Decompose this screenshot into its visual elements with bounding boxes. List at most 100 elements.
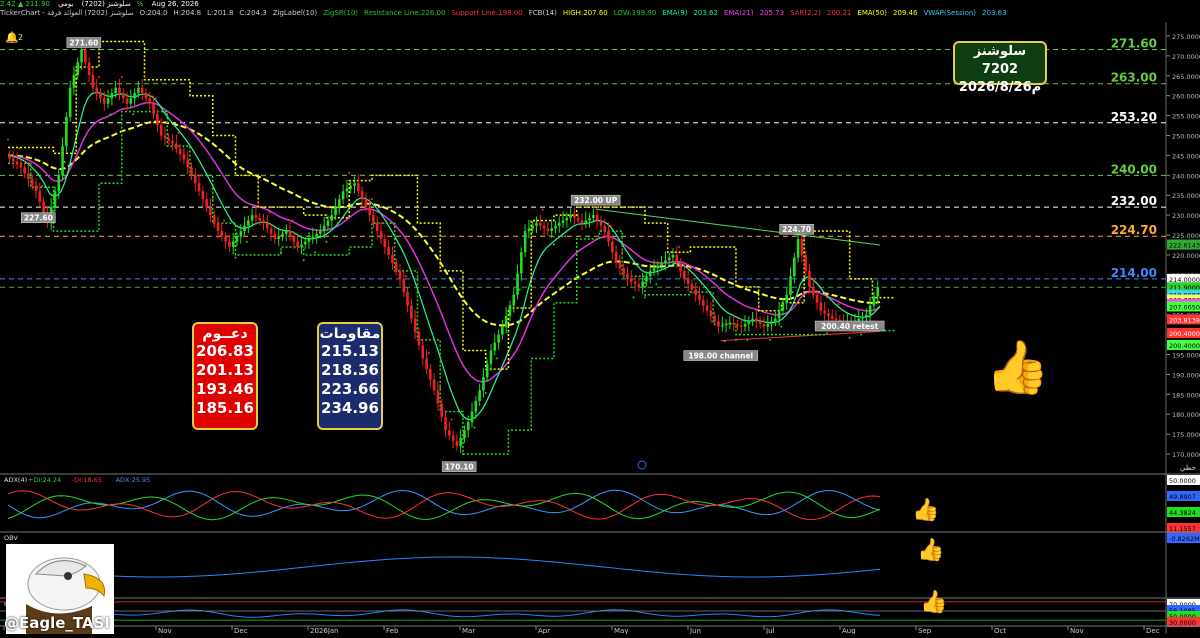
candle-body <box>273 233 277 240</box>
sar-dot <box>257 200 260 203</box>
candle-body <box>834 318 838 320</box>
channel-low-line <box>8 110 896 455</box>
candle-body <box>84 49 87 63</box>
support-value: 206.83 <box>196 342 254 360</box>
zigzag-label: 200.40 retest <box>821 322 878 331</box>
support-trendline <box>720 330 881 342</box>
sar-dot <box>302 259 305 262</box>
candle-body <box>774 318 777 322</box>
candle-body <box>133 93 136 99</box>
sar-dot <box>166 121 169 124</box>
candle-body <box>156 114 159 125</box>
zigzag-label: 271.60 <box>69 39 98 48</box>
sar-dot <box>109 113 112 116</box>
candle-body <box>110 93 114 99</box>
candle-body <box>576 217 580 221</box>
x-tick-label: Nov <box>158 627 172 634</box>
sar-dot <box>643 296 646 299</box>
pane-tag: 44.3824 <box>1169 509 1196 517</box>
candle-body <box>269 228 273 234</box>
candle-body <box>823 310 826 314</box>
sar-dot <box>825 296 828 299</box>
candle-body <box>421 345 425 359</box>
candle-body <box>724 323 728 326</box>
alert-count: 2 <box>18 33 23 42</box>
thumbs-up-teal-icon: 👍 <box>912 498 940 523</box>
sar-dot <box>587 235 590 238</box>
candle-body <box>315 233 318 237</box>
candle-body <box>819 302 823 311</box>
candle-body <box>599 220 603 226</box>
indicator-line <box>7 556 881 578</box>
sar-dot <box>405 275 408 278</box>
stamp-symbol: سلوشنز 7202 <box>973 44 1027 77</box>
candle-body <box>520 252 523 274</box>
candle-body <box>186 159 189 168</box>
candle-body <box>652 268 656 271</box>
candle-body <box>38 191 42 202</box>
candle-body <box>611 241 614 253</box>
y-tick-label: 260.0000 <box>1172 93 1200 101</box>
support-value: 193.46 <box>196 380 254 398</box>
sar-dot <box>427 352 430 355</box>
thumbs-up-green-icon: 👍 <box>920 590 948 615</box>
candle-body <box>326 220 330 226</box>
candle-body <box>27 173 30 180</box>
candle-body <box>42 201 45 213</box>
candle-body <box>375 223 379 232</box>
candle-body <box>717 321 720 327</box>
level-label: 253.20 <box>1111 110 1157 124</box>
candle-body <box>618 262 622 269</box>
candle-body <box>87 62 91 75</box>
sar-dot <box>120 76 123 79</box>
sar-dot <box>416 315 419 318</box>
resistance-title: مقاومات <box>319 326 381 342</box>
candle-body <box>781 302 785 311</box>
candle-body <box>660 262 663 266</box>
pane-series-label: +DI:24.24 <box>28 476 61 484</box>
candle-body <box>531 225 534 229</box>
candle-body <box>626 273 629 279</box>
candle-body <box>76 62 80 75</box>
x-tick-label: Apr <box>538 627 550 634</box>
candle-body <box>861 316 864 319</box>
candle-body <box>417 331 421 346</box>
sar-dot <box>97 76 100 79</box>
candle-body <box>815 294 819 303</box>
candle-body <box>190 167 193 176</box>
candle-body <box>334 207 337 216</box>
candle-body <box>383 239 387 247</box>
sar-dot <box>291 219 294 222</box>
sar-dot <box>757 304 760 307</box>
y-tick-label: 185.0000 <box>1172 391 1200 399</box>
candle-body <box>569 215 572 218</box>
sar-dot <box>234 256 237 259</box>
candle-body <box>197 183 201 192</box>
sar-dot <box>746 338 749 341</box>
candle-body <box>372 215 375 224</box>
candle-body <box>303 241 307 245</box>
candle-body <box>565 217 569 221</box>
candle-body <box>425 358 428 370</box>
candle-body <box>595 215 599 221</box>
candle-body <box>178 148 182 155</box>
sar-dot <box>700 283 703 286</box>
sar-dot <box>439 386 442 389</box>
candle-body <box>53 191 57 208</box>
sar-dot <box>223 219 226 222</box>
candle-body <box>830 316 834 319</box>
candle-body <box>205 199 208 208</box>
candle-body <box>231 241 235 247</box>
resistance-value: 218.36 <box>321 361 379 379</box>
candle-body <box>95 87 98 94</box>
candle-body <box>15 161 19 165</box>
candle-body <box>65 116 68 147</box>
candle-body <box>406 292 409 306</box>
candle-body <box>402 278 406 293</box>
candle-body <box>106 98 110 104</box>
candle-body <box>80 49 83 63</box>
candle-body <box>368 207 371 216</box>
sar-dot <box>325 240 328 243</box>
candle-body <box>811 286 815 295</box>
candle-body <box>148 98 152 104</box>
